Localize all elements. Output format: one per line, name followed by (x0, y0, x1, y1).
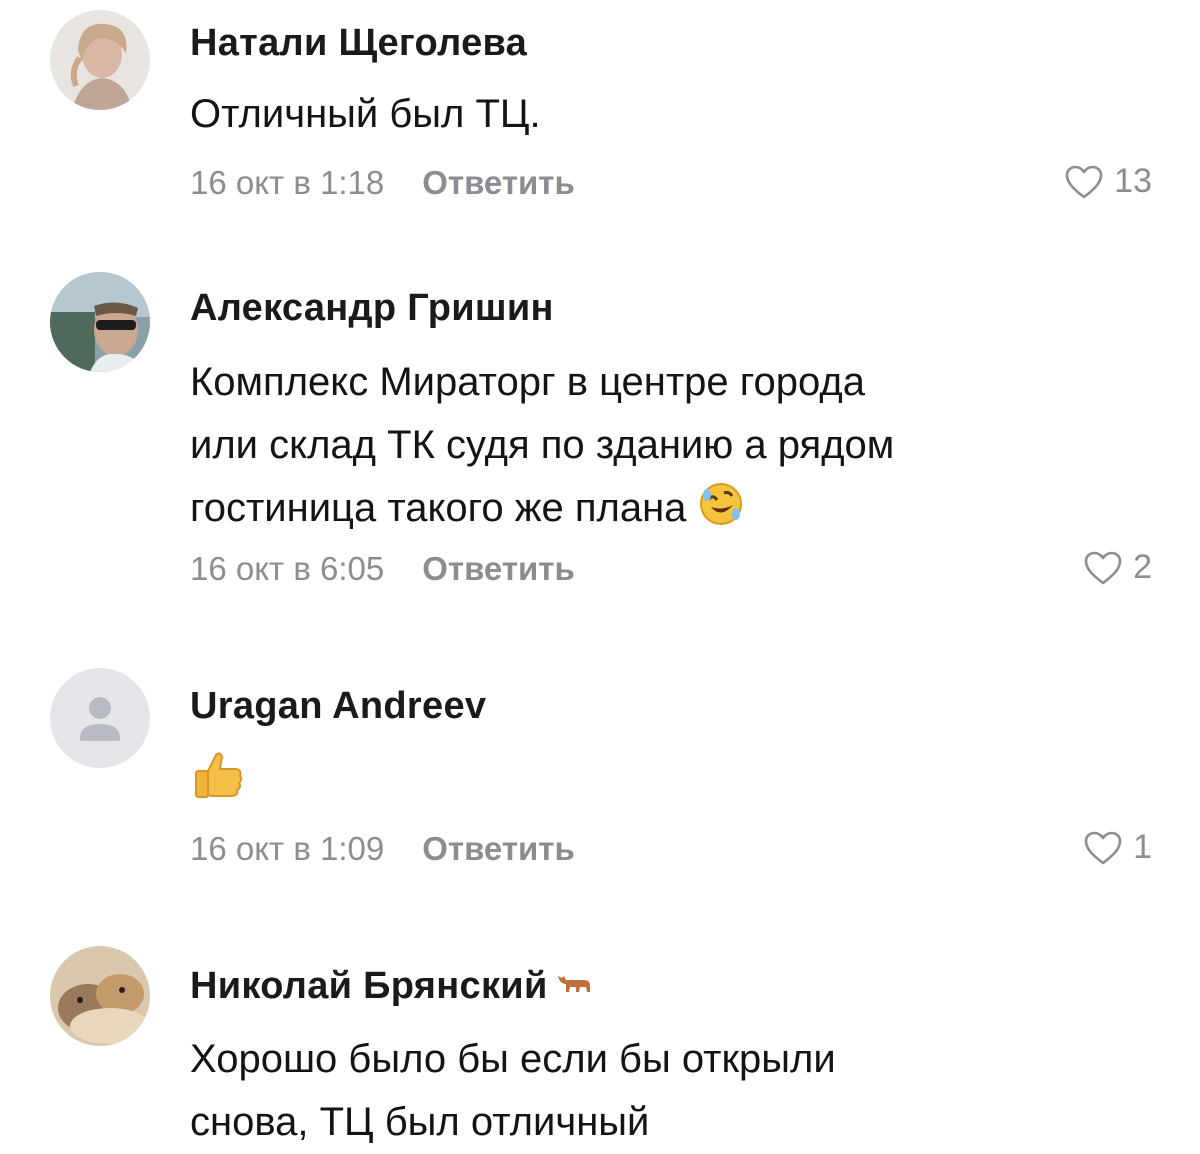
comments-feed: Натали Щеголева Отличный был ТЦ. 16 окт … (0, 0, 1200, 1150)
bull-icon (554, 961, 594, 1004)
comment-text-line: гостиница такого же плана (190, 477, 1140, 546)
comment-meta: 16 окт в 1:09 Ответить (190, 830, 575, 868)
like-count: 1 (1133, 828, 1152, 866)
like-button[interactable]: 13 (1064, 162, 1152, 201)
heart-icon (1084, 831, 1122, 864)
like-count: 2 (1133, 548, 1152, 586)
author-name[interactable]: Александр Гришин (190, 287, 554, 330)
comment-meta: 16 окт в 1:18 Ответить (190, 164, 575, 202)
reply-button[interactable]: Ответить (422, 164, 575, 201)
thumbs-up-emoji (190, 752, 248, 812)
photo-dogs-avatar (50, 946, 150, 1046)
comment-text: Комплекс Мираторг в центре города или ск… (190, 351, 1140, 546)
comment-date: 16 окт в 6:05 (190, 550, 385, 587)
author-name[interactable]: Николай Брянский (190, 961, 594, 1008)
comment-text: Хорошо было бы если бы открыли снова, ТЦ… (190, 1028, 1140, 1154)
comment-text-line: Комплекс Мираторг в центре города (190, 360, 865, 404)
avatar[interactable] (50, 272, 150, 372)
like-button[interactable]: 2 (1083, 548, 1152, 587)
like-button[interactable]: 1 (1083, 828, 1152, 867)
reply-button[interactable]: Ответить (422, 550, 575, 587)
author-name[interactable]: Uragan Andreev (190, 685, 486, 728)
rolling-on-floor-laughing-emoji (698, 481, 744, 546)
heart-icon (1065, 165, 1103, 198)
comment-text-fragment: гостиница такого же плана (190, 486, 687, 530)
like-count: 13 (1114, 162, 1152, 200)
comment-text (190, 745, 1140, 822)
comment-text: Отличный был ТЦ. (190, 83, 1140, 146)
comment-date: 16 окт в 1:09 (190, 830, 385, 867)
default-user-avatar (50, 668, 150, 768)
comment-text-line: снова, ТЦ был отличный (190, 1100, 650, 1144)
comment-text-line: Хорошо было бы если бы открыли (190, 1037, 836, 1081)
author-name[interactable]: Натали Щеголева (190, 22, 527, 65)
comment-text-line: или склад ТК судя по зданию а рядом (190, 423, 895, 467)
comment-date: 16 окт в 1:18 (190, 164, 385, 201)
avatar[interactable] (50, 10, 150, 110)
avatar[interactable] (50, 946, 150, 1046)
comment-meta: 16 окт в 6:05 Ответить (190, 550, 575, 588)
photo-woman-avatar (50, 10, 150, 110)
photo-man-sunglasses-avatar (50, 272, 150, 372)
reply-button[interactable]: Ответить (422, 830, 575, 867)
heart-icon (1084, 551, 1122, 584)
comment-text-line: Отличный был ТЦ. (190, 92, 541, 136)
avatar[interactable] (50, 668, 150, 768)
author-name-text: Николай Брянский (190, 965, 548, 1007)
